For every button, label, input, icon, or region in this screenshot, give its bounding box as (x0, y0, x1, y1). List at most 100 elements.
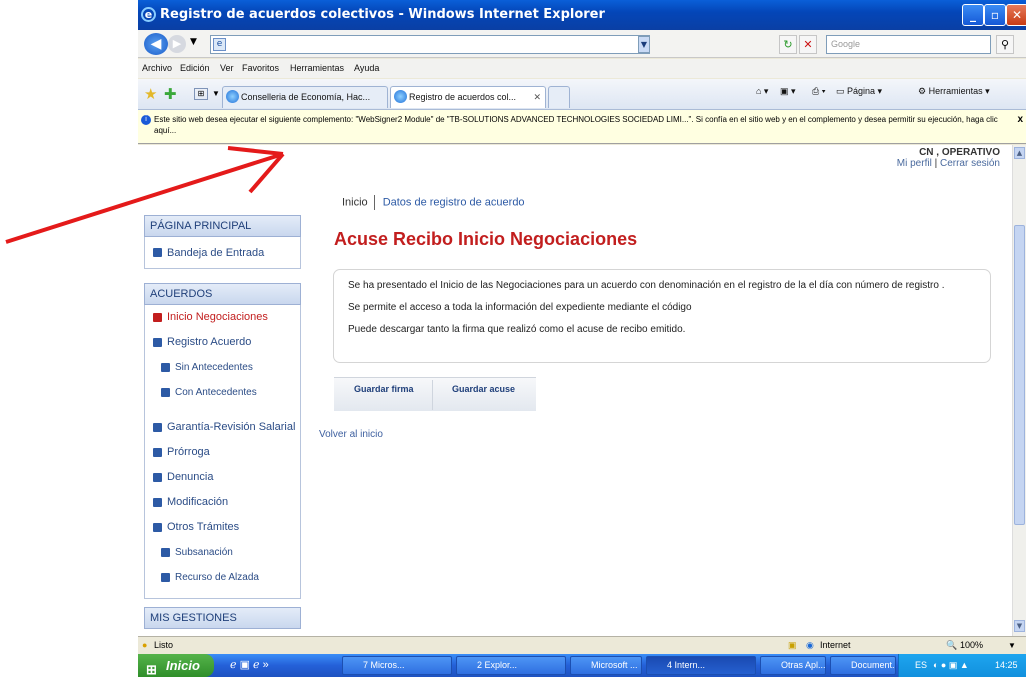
close-tab-icon[interactable]: ✕ (533, 87, 541, 107)
menu-bar: Archivo Edición Ver Favoritos Herramient… (138, 59, 1026, 78)
windows-logo-icon: ⊞ (146, 662, 157, 677)
quick-tabs-icon[interactable]: ⊞ (194, 88, 208, 100)
taskbar-item-document[interactable]: Document... (830, 656, 896, 675)
taskbar-item-microsoft[interactable]: Microsoft ... (570, 656, 642, 675)
address-bar[interactable]: e (210, 35, 650, 54)
breadcrumb-home[interactable]: Inicio (342, 196, 368, 208)
back-button[interactable]: ◀ (144, 33, 168, 55)
search-input[interactable]: Google (826, 35, 991, 54)
taskbar-item-label: 2 Explor... (477, 660, 518, 670)
address-dropdown-icon[interactable]: ▼ (638, 36, 650, 53)
tray-icons[interactable]: ◐ ● ▣ ▲ (933, 654, 969, 677)
breadcrumb-current[interactable]: Datos de registro de acuerdo (383, 196, 525, 208)
favorites-star-icon[interactable]: ★ (144, 85, 157, 103)
language-indicator[interactable]: ES (915, 654, 927, 677)
bullet-icon (153, 338, 162, 347)
back-to-home-link[interactable]: Volver al inicio (319, 429, 383, 440)
new-tab-button[interactable] (548, 86, 570, 108)
sidebar-item-label: Recurso de Alzada (175, 572, 259, 583)
sidebar-item-otros-tramites[interactable]: Otros Trámites (145, 515, 300, 540)
scroll-up-icon[interactable]: ▲ (1014, 147, 1025, 159)
tools-menu[interactable]: ⚙ Herramientas ▾ (918, 86, 990, 97)
sidebar-item-subsanacion[interactable]: Subsanación (145, 540, 300, 565)
page-menu-label: Página (847, 86, 876, 96)
tab-label: Registro de acuerdos col... (409, 92, 517, 102)
scroll-down-icon[interactable]: ▼ (1014, 620, 1025, 632)
taskbar-item-intern[interactable]: 4 Intern... (646, 656, 756, 675)
action-button-bar: Guardar firma Guardar acuse (334, 377, 536, 411)
print-icon[interactable]: ⎙ ▾ (812, 86, 825, 97)
menu-ayuda[interactable]: Ayuda (354, 59, 379, 78)
bullet-icon (153, 448, 162, 457)
sidebar-item-registro-acuerdo[interactable]: Registro Acuerdo (145, 330, 300, 355)
menu-favoritos[interactable]: Favoritos (242, 59, 279, 78)
message-paragraph: Se ha presentado el Inicio de las Negoci… (348, 280, 945, 291)
taskbar-item-otras-apl[interactable]: Otras Apl... (760, 656, 826, 675)
title-bar[interactable]: e Registro de acuerdos colectivos - Wind… (138, 0, 1026, 30)
information-bar[interactable]: i Este sitio web desea ejecutar el sigui… (138, 110, 1026, 144)
stop-icon[interactable]: ✕ (799, 35, 817, 54)
logout-link[interactable]: Cerrar sesión (940, 158, 1000, 169)
vertical-scrollbar[interactable]: ▲ ▼ (1012, 145, 1026, 636)
window-title: Registro de acuerdos colectivos - Window… (160, 7, 605, 22)
sidebar-item-modificacion[interactable]: Modificación (145, 490, 300, 515)
sidebar-item-label: Subsanación (175, 547, 233, 558)
info-icon: i (141, 115, 151, 125)
ie-tab-icon (226, 90, 239, 103)
status-text: Listo (154, 640, 174, 650)
bullet-icon (161, 573, 170, 582)
save-receipt-button[interactable]: Guardar acuse (452, 384, 515, 394)
zoom-dropdown-icon[interactable]: ▼ (1008, 637, 1016, 654)
clock: 14:25 (995, 660, 1018, 670)
zoom-icon[interactable]: 🔍 (946, 637, 957, 654)
zoom-level[interactable]: 100% (960, 637, 983, 654)
sidebar-item-garantia-revision-salarial[interactable]: Garantía-Revisión Salarial (145, 415, 300, 440)
bullet-icon (161, 388, 170, 397)
forward-button[interactable]: ▶ (168, 35, 186, 53)
refresh-icon[interactable]: ↻ (779, 35, 797, 54)
red-arrow-annotation (5, 146, 285, 244)
sidebar-item-label: Con Antecedentes (175, 387, 257, 398)
feeds-icon[interactable]: ▣ ▾ (780, 86, 796, 97)
maximize-button[interactable]: ▫ (984, 4, 1006, 26)
history-dropdown-icon[interactable]: ▼ (190, 37, 197, 47)
button-divider (432, 380, 433, 410)
menu-archivo[interactable]: Archivo (142, 59, 172, 78)
taskbar-item-label: Microsoft ... (591, 660, 638, 670)
profile-link[interactable]: Mi perfil (897, 158, 932, 169)
save-signature-button[interactable]: Guardar firma (354, 384, 414, 394)
message-box: Se ha presentado el Inicio de las Negoci… (333, 269, 991, 363)
scroll-thumb[interactable] (1014, 225, 1025, 525)
tab-registro[interactable]: Registro de acuerdos col... ✕ (390, 86, 546, 108)
sidebar-item-recurso-de-alzada[interactable]: Recurso de Alzada (145, 565, 300, 590)
add-favorites-icon[interactable]: ✚ (164, 85, 177, 103)
sidebar-item-con-antecedentes[interactable]: Con Antecedentes (145, 380, 300, 405)
start-button[interactable]: ⊞ Inicio (138, 654, 214, 677)
menu-ver[interactable]: Ver (220, 59, 234, 78)
sidebar-item-inicio-negociaciones[interactable]: Inicio Negociaciones (145, 305, 300, 330)
sidebar-item-prorroga[interactable]: Prórroga (145, 440, 300, 465)
sidebar-item-sin-antecedentes[interactable]: Sin Antecedentes (145, 355, 300, 380)
tab-label: Conselleria de Economía, Hac... (241, 92, 371, 102)
sidebar-item-denuncia[interactable]: Denuncia (145, 465, 300, 490)
taskbar-item-micros[interactable]: 7 Micros... (342, 656, 452, 675)
navigation-bar: ◀ ▶ ▼ e ▼ ↻ ✕ Google ⚲ (138, 30, 1026, 58)
taskbar-item-explor[interactable]: 2 Explor... (456, 656, 566, 675)
tab-conselleria[interactable]: Conselleria de Economía, Hac... (222, 86, 388, 108)
bullet-icon (161, 548, 170, 557)
taskbar-item-label: Document... (851, 660, 896, 670)
infobar-close-icon[interactable]: x (1017, 114, 1023, 125)
ie-tab-icon (394, 90, 407, 103)
close-button[interactable]: ✕ (1006, 4, 1026, 26)
minimize-button[interactable]: _ (962, 4, 984, 26)
home-icon[interactable]: ⌂ ▾ (756, 86, 768, 97)
search-icon[interactable]: ⚲ (996, 35, 1014, 54)
menu-herramientas[interactable]: Herramientas (290, 59, 344, 78)
menu-edicion[interactable]: Edición (180, 59, 210, 78)
tab-list-icon[interactable]: ▼ (212, 89, 220, 98)
sidebar: PÁGINA PRINCIPAL Bandeja de Entrada ACUE… (144, 215, 301, 636)
quicklaunch-icons[interactable]: ℯ ▣ ℯ » (230, 658, 269, 671)
start-label: Inicio (166, 658, 200, 673)
page-menu[interactable]: ▭ Página ▾ (836, 86, 882, 97)
sidebar-header-mis-gestiones: MIS GESTIONES (144, 607, 301, 629)
